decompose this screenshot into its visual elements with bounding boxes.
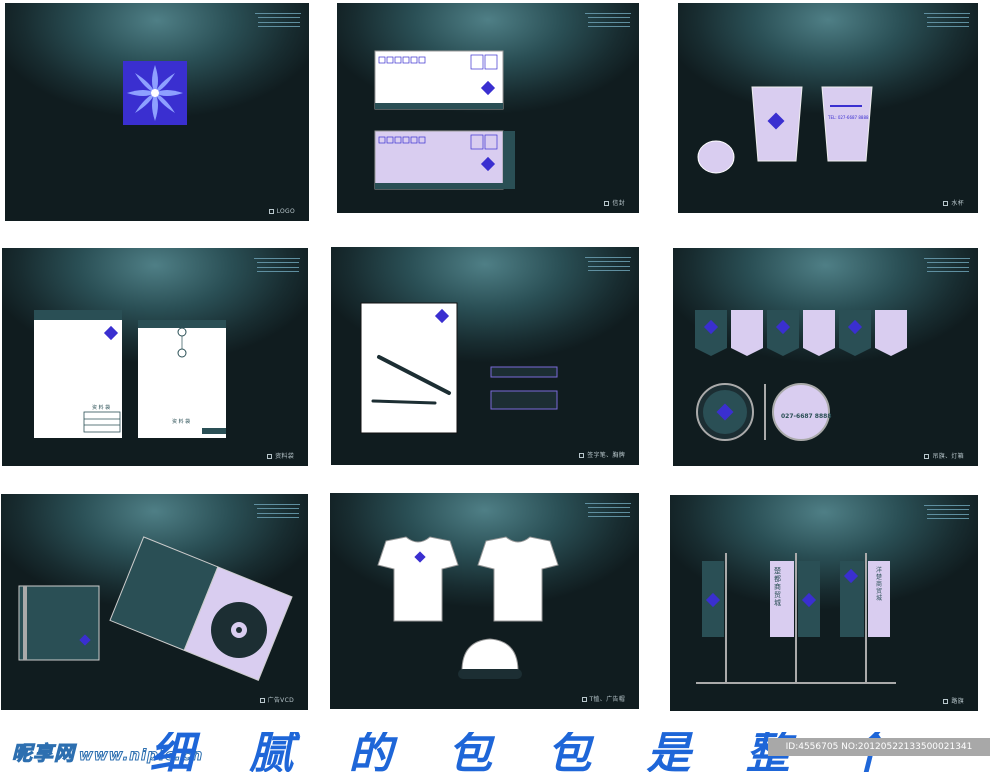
panel-caption: 签字笔、胸牌 — [579, 450, 625, 459]
panel-pen-badge: 签字笔、胸牌 — [331, 247, 639, 465]
watermark-site: 昵享网 — [12, 741, 75, 766]
panel-caption: 吊旗、灯箱 — [924, 451, 964, 460]
panel-flags-lightbox: 027-6687 8888 吊旗、灯箱 — [673, 248, 978, 466]
cups-artwork — [697, 86, 873, 174]
panel-road-flags: 楚都商贸城 洋楚商贸城 路旗 — [670, 495, 978, 711]
folder-label-left: 资 料 袋 — [92, 405, 111, 411]
panel-folders: 资 料 袋 资 料 袋 资料袋 — [2, 248, 308, 466]
panel-tshirt-cap: T恤、广告帽 — [330, 493, 639, 709]
panel-caption: LOGO — [269, 208, 295, 215]
envelope-artwork — [374, 50, 515, 190]
road-flag-name-2: 洋楚商贸城 — [876, 567, 883, 602]
panel-caption: 广告VCD — [260, 695, 294, 704]
cup-tel: TEL: 027-6687 8888 — [828, 115, 869, 120]
tshirt-artwork — [377, 536, 559, 679]
panel-caption: 信封 — [604, 198, 625, 207]
road-flag-name: 楚都商贸城 — [774, 567, 781, 607]
flags-artwork — [695, 310, 907, 441]
image-id-badge: ID:4556705 NO:20120522133500021341 — [768, 738, 990, 756]
lightbox-phone: 027-6687 8888 — [781, 413, 832, 420]
folder-label-right: 资 料 袋 — [172, 419, 191, 425]
panel-logo: LOGO — [5, 3, 309, 221]
logo-artwork — [123, 61, 187, 125]
panel-caption: 路旗 — [943, 696, 964, 705]
vcd-artwork — [18, 536, 293, 681]
panel-caption: 资料袋 — [267, 451, 294, 460]
panel-caption: 水杯 — [943, 198, 964, 207]
road-flags-artwork — [696, 553, 896, 684]
panel-vcd: 广告VCD — [1, 494, 308, 710]
panel-caption: T恤、广告帽 — [582, 694, 625, 703]
panel-envelope: 信封 — [337, 3, 639, 213]
panel-cups: TEL: 027-6687 8888 水杯 — [678, 3, 978, 213]
folders-artwork — [34, 310, 226, 438]
pen-badge-artwork — [360, 302, 558, 434]
